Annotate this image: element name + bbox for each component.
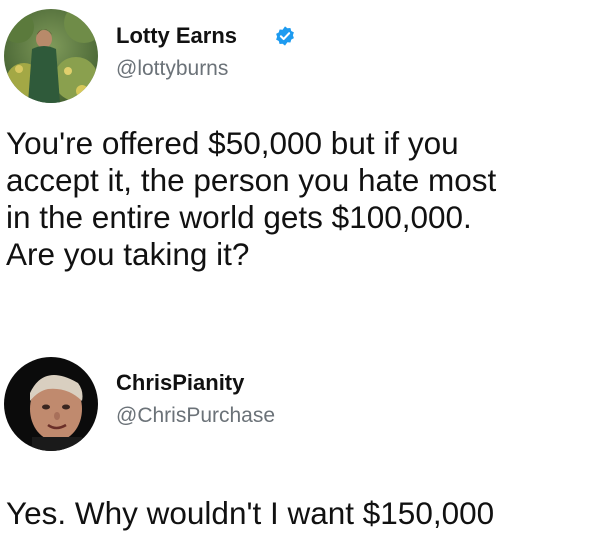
tweet-text: Yes. Why wouldn't I want $150,000 (6, 495, 594, 532)
author-handle[interactable]: @ChrisPurchase (116, 404, 275, 428)
tweet-text-line: accept it, the person you hate most (6, 162, 497, 198)
author-name[interactable]: ChrisPianity (116, 370, 244, 396)
tweet-original: Lotty Earns @lottyburns You're offered $… (0, 0, 602, 320)
profile-photo-outdoor-garden-icon (4, 9, 98, 103)
tweet-text-line: Are you taking it? (6, 236, 250, 272)
tweet-text-line: in the entire world gets $100,000. (6, 199, 472, 235)
tweet-text-line: Yes. Why wouldn't I want $150,000 (6, 495, 495, 531)
profile-photo-face-icon (4, 357, 98, 451)
author-handle[interactable]: @lottyburns (116, 57, 228, 81)
tweet-reply: ChrisPianity @ChrisPurchase Yes. Why wou… (0, 340, 602, 552)
avatar-lotty-earns[interactable] (4, 9, 98, 103)
tweet-text-line: You're offered $50,000 but if you (6, 125, 459, 161)
tweet-text: You're offered $50,000 but if you accept… (6, 125, 594, 273)
author-name[interactable]: Lotty Earns (116, 23, 237, 49)
avatar-chrispianity[interactable] (4, 357, 98, 451)
verified-badge-icon (274, 25, 296, 47)
